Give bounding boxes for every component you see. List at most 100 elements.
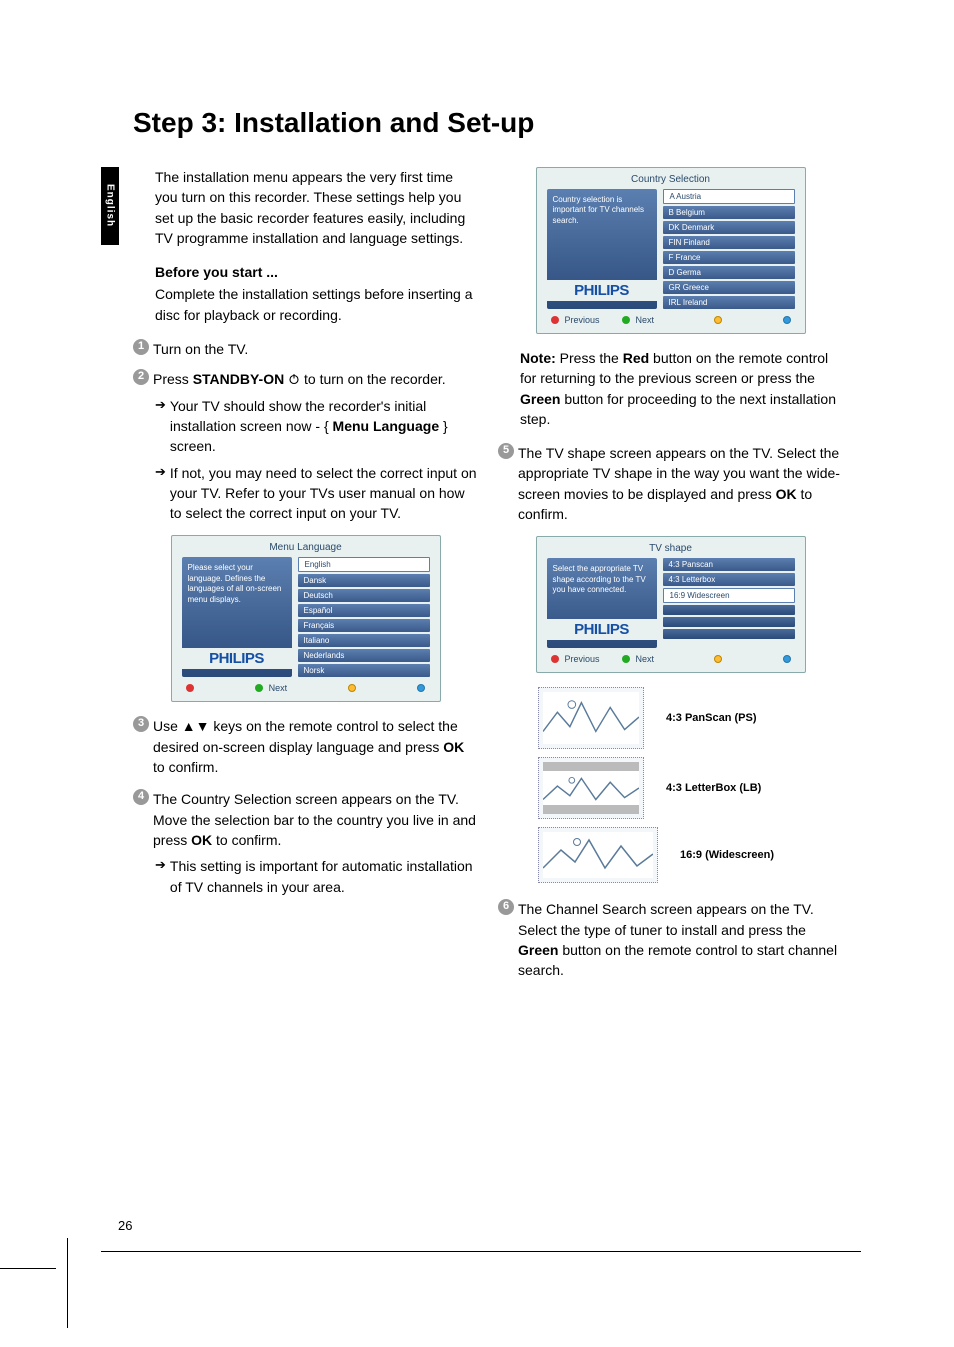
osd-item: IRL Ireland	[663, 296, 795, 309]
osd-item: Deutsch	[298, 589, 430, 602]
osd-item-austria: A Austria	[663, 189, 795, 204]
osd-item: 4:3 Panscan	[663, 558, 795, 571]
note-text: Note: Press the Red button on the remote…	[520, 348, 843, 429]
osd-title: Country Selection	[537, 168, 805, 189]
blue-dot-icon	[417, 684, 425, 692]
shape-panscan-label: 4:3 PanScan (PS)	[666, 712, 756, 724]
step-5: 5 The TV shape screen appears on the TV.…	[498, 443, 843, 524]
osd-item: Español	[298, 604, 430, 617]
osd-item: F France	[663, 251, 795, 264]
step-number-1: 1	[133, 339, 149, 355]
osd-item: Nederlands	[298, 649, 430, 662]
blue-dot-icon	[783, 316, 791, 324]
red-dot-icon	[551, 655, 559, 663]
shape-letterbox-row: 4:3 LetterBox (LB)	[538, 757, 843, 819]
language-tab: English	[101, 167, 119, 245]
osd-item: Dansk	[298, 574, 430, 587]
step-number-3: 3	[133, 716, 149, 732]
osd-next-label: Next	[636, 654, 655, 664]
osd-hint-panel: Select the appropriate TV shape accordin…	[547, 558, 657, 648]
philips-logo: PHILIPS	[547, 619, 657, 640]
crop-mark-vertical	[67, 1238, 68, 1328]
osd-language-list: English Dansk Deutsch Español Français I…	[298, 557, 430, 677]
before-heading: Before you start ...	[155, 262, 478, 282]
step-5-text: The TV shape screen appears on the TV. S…	[518, 443, 843, 524]
step-1: 1 Turn on the TV.	[133, 339, 478, 359]
intro-paragraph: The installation menu appears the very f…	[155, 167, 478, 248]
osd-item-blank	[663, 617, 795, 627]
osd-item: GR Greece	[663, 281, 795, 294]
osd-bottom-bar: Previous Next	[537, 648, 805, 664]
osd-item: 4:3 Letterbox	[663, 573, 795, 586]
arrow-icon: ➔	[155, 463, 166, 524]
red-dot-icon	[186, 684, 194, 692]
osd-item: Norsk	[298, 664, 430, 677]
philips-logo: PHILIPS	[547, 280, 657, 301]
osd-prev-label: Previous	[565, 654, 600, 664]
osd-item: B Belgium	[663, 206, 795, 219]
step-2-text: Press STANDBY-ON to turn on the recorder…	[153, 369, 478, 389]
step-2-sub2: ➔ If not, you may need to select the cor…	[155, 463, 478, 524]
osd-hint-panel: Please select your language. Defines the…	[182, 557, 292, 677]
osd-item-blank	[663, 629, 795, 639]
mountains-icon	[543, 692, 639, 744]
step-number-4: 4	[133, 789, 149, 805]
step-4: 4 The Country Selection screen appears o…	[133, 789, 478, 850]
step-2: 2 Press STANDBY-ON to turn on the record…	[133, 369, 478, 389]
osd-prev-label: Previous	[565, 315, 600, 325]
step-3-text: Use ▲▼ keys on the remote control to sel…	[153, 716, 478, 777]
step-number-6: 6	[498, 899, 514, 915]
arrow-icon: ➔	[155, 396, 166, 457]
osd-title: Menu Language	[172, 536, 440, 557]
blue-dot-icon	[783, 655, 791, 663]
osd-item-english: English	[298, 557, 430, 572]
osd-item: Italiano	[298, 634, 430, 647]
osd-item: D Germa	[663, 266, 795, 279]
osd-shape-list: 4:3 Panscan 4:3 Letterbox 16:9 Widescree…	[663, 558, 795, 648]
arrow-icon: ➔	[155, 856, 166, 897]
step-number-2: 2	[133, 369, 149, 385]
mountains-icon	[543, 762, 639, 814]
shape-widescreen-thumb	[538, 827, 658, 883]
green-dot-icon	[622, 655, 630, 663]
osd-item-widescreen: 16:9 Widescreen	[663, 588, 795, 603]
step-4-text: The Country Selection screen appears on …	[153, 789, 478, 850]
osd-next-label: Next	[636, 315, 655, 325]
step-3: 3 Use ▲▼ keys on the remote control to s…	[133, 716, 478, 777]
osd-bottom-bar: Next	[172, 677, 440, 693]
shape-panscan-thumb	[538, 687, 644, 749]
osd-bottom-bar: Previous Next	[537, 309, 805, 325]
osd-hint-panel: Country selection is important for TV ch…	[547, 189, 657, 309]
red-dot-icon	[551, 316, 559, 324]
crop-mark-horizontal	[0, 1268, 56, 1269]
yellow-dot-icon	[714, 655, 722, 663]
osd-item: Français	[298, 619, 430, 632]
osd-title: TV shape	[537, 537, 805, 558]
shape-letterbox-thumb	[538, 757, 644, 819]
step-1-text: Turn on the TV.	[153, 339, 478, 359]
yellow-dot-icon	[714, 316, 722, 324]
yellow-dot-icon	[348, 684, 356, 692]
footer-rule	[101, 1251, 861, 1252]
osd-menu-language: Menu Language Please select your languag…	[171, 535, 441, 702]
power-icon	[288, 373, 300, 385]
step-6-text: The Channel Search screen appears on the…	[518, 899, 843, 980]
green-dot-icon	[255, 684, 263, 692]
osd-next-label: Next	[269, 683, 288, 693]
shape-letterbox-label: 4:3 LetterBox (LB)	[666, 782, 761, 794]
osd-tv-shape: TV shape Select the appropriate TV shape…	[536, 536, 806, 673]
page-title: Step 3: Installation and Set-up	[133, 107, 534, 139]
step-6: 6 The Channel Search screen appears on t…	[498, 899, 843, 980]
osd-item: DK Denmark	[663, 221, 795, 234]
shape-widescreen-row: 16:9 (Widescreen)	[538, 827, 843, 883]
shape-widescreen-label: 16:9 (Widescreen)	[680, 849, 774, 861]
shape-panscan-row: 4:3 PanScan (PS)	[538, 687, 843, 749]
step-2-sub1: ➔ Your TV should show the recorder's ini…	[155, 396, 478, 457]
mountains-icon	[543, 832, 653, 878]
osd-item-blank	[663, 605, 795, 615]
philips-logo: PHILIPS	[182, 648, 292, 669]
before-text: Complete the installation settings befor…	[155, 284, 478, 325]
osd-country-selection: Country Selection Country selection is i…	[536, 167, 806, 334]
osd-item: FIN Finland	[663, 236, 795, 249]
step-number-5: 5	[498, 443, 514, 459]
